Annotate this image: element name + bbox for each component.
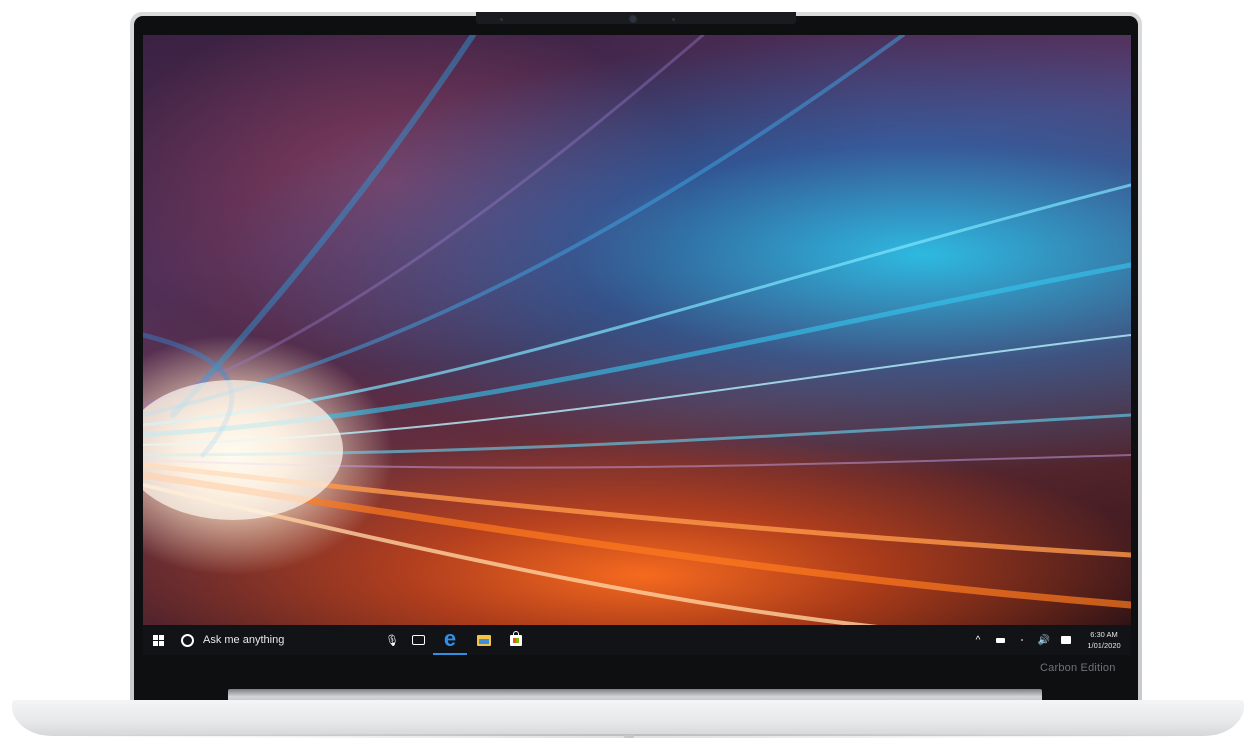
cortana-search-box[interactable]: Ask me anything 🎙 <box>173 625 403 655</box>
file-explorer-button[interactable] <box>467 625 501 655</box>
network-button[interactable] <box>1011 625 1033 655</box>
notification-icon <box>1061 636 1071 644</box>
battery-icon <box>995 637 1005 643</box>
store-bag-icon <box>510 630 522 646</box>
desktop-screen: Ask me anything 🎙 e ^ 🔊 6:30 AM 1/01/202… <box>143 35 1131 655</box>
lid-notch <box>624 735 634 738</box>
cortana-icon <box>181 633 194 647</box>
sensor-dot <box>500 18 503 21</box>
action-center-button[interactable] <box>1055 625 1077 655</box>
clock-time: 6:30 AM <box>1090 630 1118 639</box>
clock-date: 1/01/2020 <box>1087 641 1121 650</box>
start-button[interactable] <box>143 625 173 655</box>
task-view-icon <box>411 635 425 645</box>
laptop-base <box>12 700 1244 736</box>
windows-logo-icon <box>152 634 164 646</box>
search-placeholder: Ask me anything <box>203 634 285 646</box>
volume-icon: 🔊 <box>1037 634 1051 646</box>
taskbar-clock[interactable]: 6:30 AM 1/01/2020 <box>1077 629 1131 651</box>
wallpaper-streaks <box>143 35 1131 625</box>
microphone-icon[interactable]: 🎙 <box>381 625 403 655</box>
battery-button[interactable] <box>989 625 1011 655</box>
chevron-up-icon: ^ <box>975 634 981 646</box>
edge-icon: e <box>443 626 457 651</box>
show-hidden-icons-button[interactable]: ^ <box>967 625 989 655</box>
store-button[interactable] <box>501 625 531 655</box>
task-view-button[interactable] <box>403 625 433 655</box>
folder-icon <box>477 634 491 646</box>
taskbar: Ask me anything 🎙 e ^ 🔊 6:30 AM 1/01/202… <box>143 625 1131 655</box>
edition-label: Carbon Edition <box>1040 662 1116 674</box>
webcam-icon <box>630 16 636 22</box>
network-icon <box>1021 639 1023 641</box>
edge-browser-button[interactable]: e <box>433 625 467 655</box>
volume-button[interactable]: 🔊 <box>1033 625 1055 655</box>
camera-bar <box>476 12 796 24</box>
sensor-dot <box>672 18 675 21</box>
